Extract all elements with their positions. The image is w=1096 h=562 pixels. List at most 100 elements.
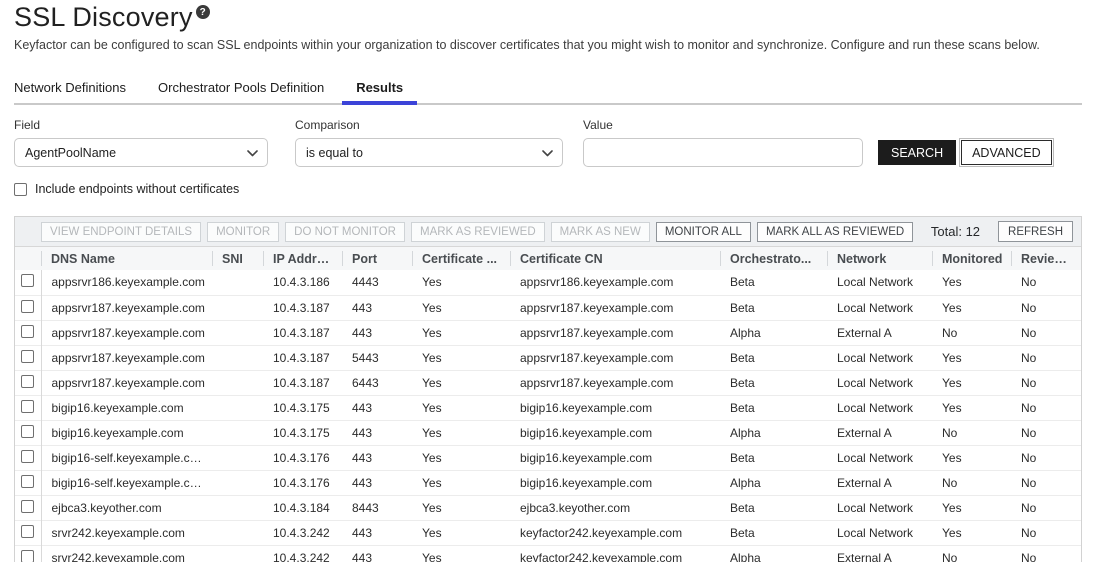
cell-monitored: Yes: [932, 270, 1011, 295]
cell-sni: [212, 420, 263, 445]
cell-network: Local Network: [827, 520, 932, 545]
cell-orchestrato: Beta: [720, 395, 827, 420]
cell-sni: [212, 470, 263, 495]
cell-sni: [212, 395, 263, 420]
cell-ip-address: 10.4.3.184: [263, 495, 342, 520]
row-checkbox[interactable]: [21, 450, 34, 463]
table-row[interactable]: appsrvr187.keyexample.com10.4.3.187443Ye…: [15, 320, 1081, 345]
table-row[interactable]: bigip16-self.keyexample.com10.4.3.176443…: [15, 470, 1081, 495]
column-header-reviewed[interactable]: Reviewed: [1011, 247, 1081, 270]
cell-port: 8443: [342, 495, 412, 520]
table-row[interactable]: bigip16.keyexample.com10.4.3.175443Yesbi…: [15, 395, 1081, 420]
cell-network: Local Network: [827, 295, 932, 320]
toolbar-button-mark-as-new: MARK AS NEW: [551, 222, 650, 242]
cell-dns-name: bigip16.keyexample.com: [41, 420, 212, 445]
advanced-button[interactable]: ADVANCED: [961, 140, 1052, 165]
cell-port: 6443: [342, 370, 412, 395]
row-checkbox[interactable]: [21, 500, 34, 513]
row-checkbox[interactable]: [21, 300, 34, 313]
title-row: SSL Discovery ?: [14, 0, 1082, 33]
cell-certificate: Yes: [412, 420, 510, 445]
column-header-ip-address[interactable]: IP Address: [263, 247, 342, 270]
cell-certificate: Yes: [412, 370, 510, 395]
row-checkbox[interactable]: [21, 274, 34, 287]
column-header-monitored[interactable]: Monitored: [932, 247, 1011, 270]
cell-reviewed: No: [1011, 295, 1081, 320]
cell-reviewed: No: [1011, 445, 1081, 470]
help-icon[interactable]: ?: [196, 5, 210, 19]
cell-orchestrato: Beta: [720, 345, 827, 370]
column-header-certificate[interactable]: Certificate ...: [412, 247, 510, 270]
ssl-discovery-page: SSL Discovery ? Keyfactor can be configu…: [0, 0, 1096, 562]
cell-ip-address: 10.4.3.242: [263, 545, 342, 562]
column-header-network[interactable]: Network: [827, 247, 932, 270]
cell-reviewed: No: [1011, 320, 1081, 345]
tab-network-definitions[interactable]: Network Definitions: [14, 74, 134, 103]
cell-monitored: Yes: [932, 370, 1011, 395]
table-row[interactable]: appsrvr187.keyexample.com10.4.3.1876443Y…: [15, 370, 1081, 395]
refresh-button[interactable]: REFRESH: [998, 221, 1073, 242]
header-checkbox-cell: [15, 247, 41, 270]
table-row[interactable]: bigip16-self.keyexample.com10.4.3.176443…: [15, 445, 1081, 470]
tab-orchestrator-pools-definition[interactable]: Orchestrator Pools Definition: [150, 74, 332, 103]
field-label: Field: [14, 118, 268, 132]
cell-dns-name: srvr242.keyexample.com: [41, 520, 212, 545]
toolbar-button-monitor-all[interactable]: MONITOR ALL: [656, 222, 751, 242]
row-checkbox[interactable]: [21, 350, 34, 363]
cell-dns-name: appsrvr187.keyexample.com: [41, 345, 212, 370]
cell-certificate: Yes: [412, 295, 510, 320]
row-checkbox[interactable]: [21, 475, 34, 488]
column-header-dns-name[interactable]: DNS Name: [41, 247, 212, 270]
row-checkbox[interactable]: [21, 525, 34, 538]
cell-dns-name: bigip16-self.keyexample.com: [41, 470, 212, 495]
cell-port: 443: [342, 420, 412, 445]
row-checkbox[interactable]: [21, 400, 34, 413]
cell-sni: [212, 295, 263, 320]
cell-orchestrato: Beta: [720, 370, 827, 395]
tab-results[interactable]: Results: [348, 74, 411, 103]
table-row[interactable]: srvr242.keyexample.com10.4.3.242443Yeske…: [15, 545, 1081, 562]
cell-orchestrato: Beta: [720, 295, 827, 320]
cell-monitored: Yes: [932, 520, 1011, 545]
table-row[interactable]: bigip16.keyexample.com10.4.3.175443Yesbi…: [15, 420, 1081, 445]
column-header-certificate-cn[interactable]: Certificate CN: [510, 247, 720, 270]
table-row[interactable]: appsrvr187.keyexample.com10.4.3.1875443Y…: [15, 345, 1081, 370]
field-select[interactable]: AgentPoolName: [14, 138, 268, 167]
comparison-select[interactable]: is equal to: [295, 138, 563, 167]
table-row[interactable]: appsrvr187.keyexample.com 10.4.3.187443Ye…: [15, 295, 1081, 320]
toolbar-button-monitor: MONITOR: [207, 222, 279, 242]
column-header-port[interactable]: Port: [342, 247, 412, 270]
cell-monitored: No: [932, 420, 1011, 445]
cell-port: 443: [342, 445, 412, 470]
cell-certificate: Yes: [412, 345, 510, 370]
cell-monitored: No: [932, 320, 1011, 345]
field-select-value: AgentPoolName: [14, 138, 268, 167]
table-row[interactable]: ejbca3.keyother.com10.4.3.1848443Yesejbc…: [15, 495, 1081, 520]
toolbar-button-mark-as-reviewed: MARK AS REVIEWED: [411, 222, 545, 242]
search-button[interactable]: SEARCH: [878, 140, 956, 165]
cell-port: 5443: [342, 345, 412, 370]
cell-orchestrato: Alpha: [720, 545, 827, 562]
include-endpoints-checkbox[interactable]: [14, 183, 27, 196]
cell-certificate: Yes: [412, 320, 510, 345]
cell-reviewed: No: [1011, 520, 1081, 545]
cell-ip-address: 10.4.3.187: [263, 370, 342, 395]
cell-certificate-cn: appsrvr187.keyexample.com: [510, 295, 720, 320]
row-checkbox[interactable]: [21, 375, 34, 388]
row-checkbox[interactable]: [21, 550, 34, 562]
row-checkbox[interactable]: [21, 425, 34, 438]
column-header-orchestrato[interactable]: Orchestrato...: [720, 247, 827, 270]
cell-dns-name: appsrvr186.keyexample.com: [41, 270, 212, 295]
table-row[interactable]: appsrvr186.keyexample.com10.4.3.1864443Y…: [15, 270, 1081, 295]
value-input[interactable]: [583, 138, 863, 167]
results-table: DNS NameSNIIP AddressPortCertificate ...…: [15, 247, 1081, 562]
cell-dns-name: bigip16.keyexample.com: [41, 395, 212, 420]
column-header-sni[interactable]: SNI: [212, 247, 263, 270]
row-checkbox[interactable]: [21, 325, 34, 338]
table-row[interactable]: srvr242.keyexample.com10.4.3.242443Yeske…: [15, 520, 1081, 545]
cell-certificate-cn: appsrvr187.keyexample.com: [510, 320, 720, 345]
cell-port: 443: [342, 295, 412, 320]
toolbar-button-mark-all-as-reviewed[interactable]: MARK ALL AS REVIEWED: [757, 222, 913, 242]
cell-ip-address: 10.4.3.187: [263, 295, 342, 320]
cell-reviewed: No: [1011, 545, 1081, 562]
